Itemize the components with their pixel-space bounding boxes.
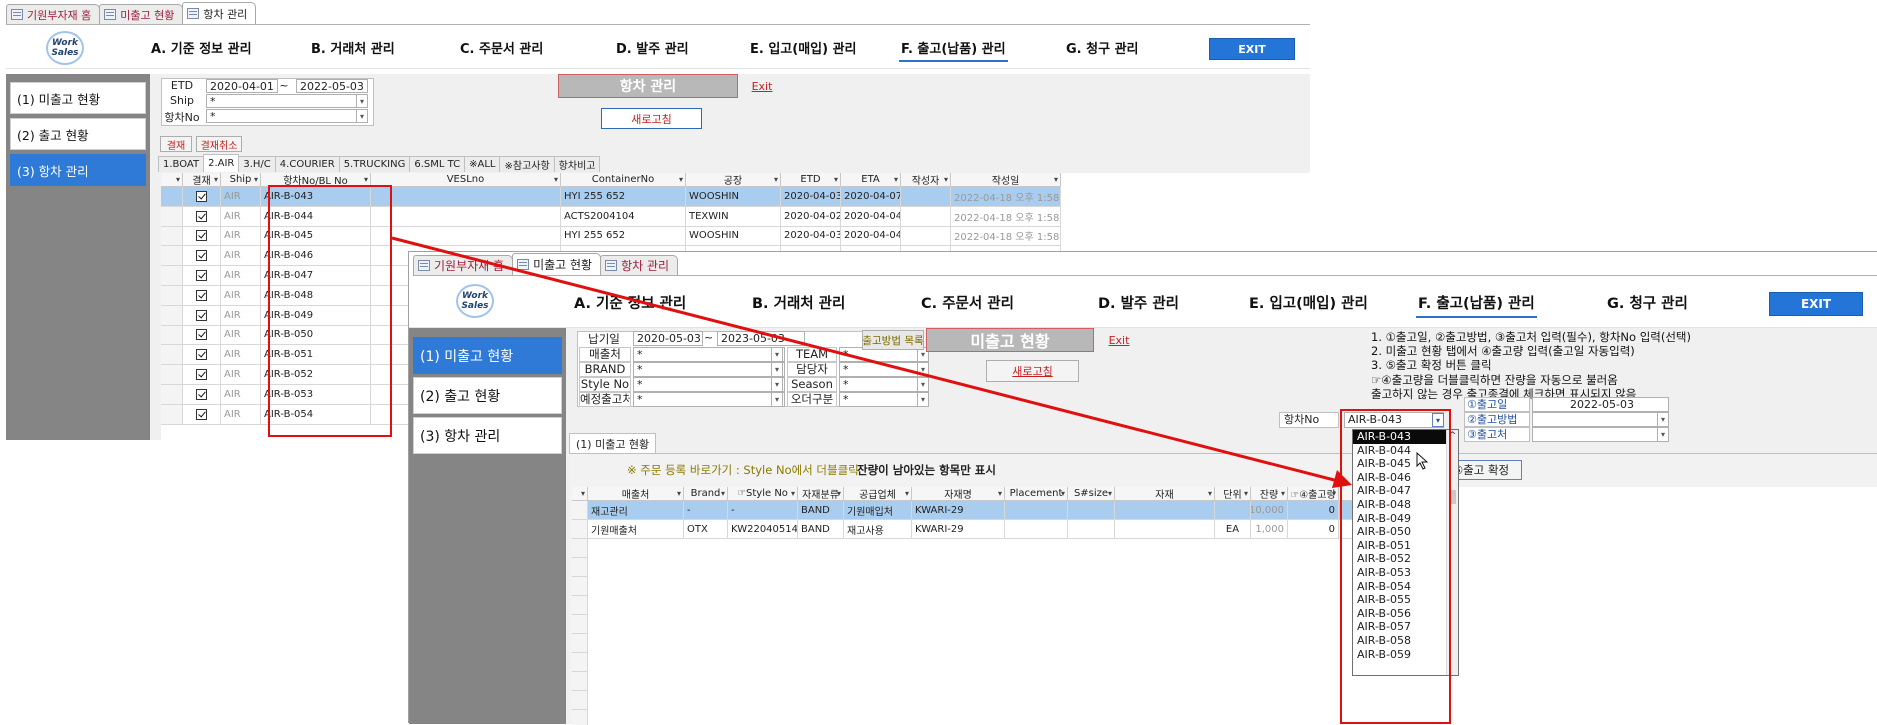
annotation-arrow [391,236,1352,488]
